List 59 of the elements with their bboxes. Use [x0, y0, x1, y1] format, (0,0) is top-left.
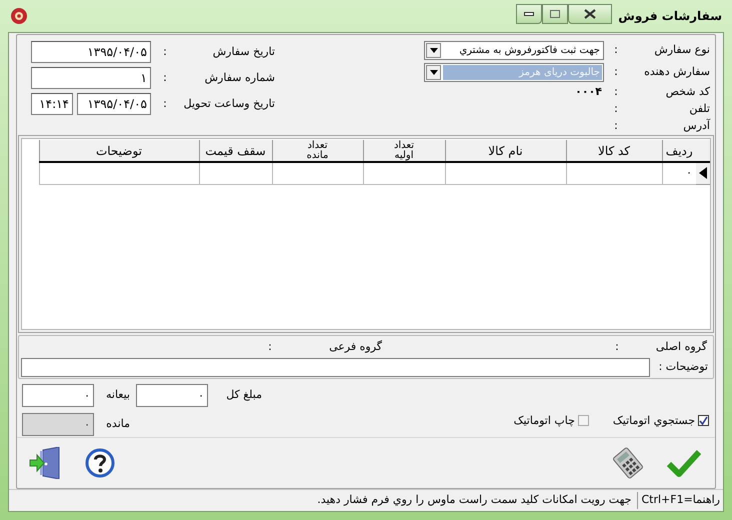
- table-cell: ۰: [662, 162, 696, 184]
- close-button[interactable]: [568, 4, 612, 24]
- dropdown-arrow-icon: [430, 48, 438, 53]
- field-label: گروه فرعی: [328, 338, 382, 355]
- checkbox[interactable]: جستجوي اتوماتيک: [612, 412, 709, 429]
- minimize-icon: [524, 12, 534, 16]
- colon: :: [613, 100, 619, 117]
- maximize-icon: [550, 10, 560, 18]
- app-icon[interactable]: [10, 7, 28, 25]
- field-label: مانده: [105, 416, 130, 432]
- maximize-button[interactable]: [542, 4, 568, 24]
- input-field[interactable]: ۱۳۹۵/۰۴/۰۵: [77, 93, 151, 115]
- close-icon: [584, 9, 596, 19]
- confirm-check-icon[interactable]: [667, 449, 701, 477]
- field-label: توضیحات :: [658, 358, 708, 375]
- minimize-button[interactable]: [516, 4, 542, 24]
- colon: :: [162, 44, 168, 60]
- input-field[interactable]: ۱۳۹۵/۰۴/۰۵: [31, 41, 151, 63]
- input-field[interactable]: ۱۴:۱۴: [31, 93, 73, 115]
- column-header[interactable]: تعداد مانده: [272, 140, 363, 162]
- colon: :: [613, 64, 619, 80]
- colon: :: [613, 84, 619, 100]
- input-field[interactable]: ۱: [31, 67, 151, 89]
- amount-field[interactable]: ۰: [22, 413, 94, 436]
- field-label: تلفن: [688, 100, 710, 117]
- colon: :: [162, 70, 168, 86]
- field-label: تاریخ سفارش: [212, 44, 275, 60]
- column-header[interactable]: سقف قیمت: [199, 140, 272, 162]
- checkbox[interactable]: چاپ اتوماتيک: [514, 412, 589, 429]
- colon: :: [614, 338, 620, 355]
- field-label: گروه اصلی: [654, 338, 707, 355]
- window-title: سفارشات فروش: [618, 8, 722, 25]
- field-label: تاریخ وساعت تحویل: [182, 96, 275, 112]
- status-message: جهت رویت امکانات کلید سمت راست ماوس را روي فرم فشار دهید.: [316, 492, 632, 508]
- field-label: شماره سفارش: [204, 70, 275, 86]
- column-header[interactable]: کد کالا: [566, 140, 662, 162]
- field-label: مبلغ کل: [225, 387, 262, 404]
- field-label: آدرس: [682, 118, 710, 134]
- field-value: ۰۰۰۴: [575, 84, 602, 100]
- amount-field[interactable]: ۰: [22, 384, 94, 407]
- amount-field[interactable]: ۰: [136, 384, 208, 407]
- column-header[interactable]: تعداد اولیه: [363, 140, 445, 162]
- dropdown[interactable]: جهت ثبت فاکتورفروش به مشتري: [424, 40, 604, 60]
- colon: :: [613, 118, 619, 134]
- status-shortcut: راهنما=Ctrl+F1: [637, 492, 723, 509]
- checkmark-icon: [699, 416, 708, 426]
- field-label: نوع سفارش: [653, 42, 710, 58]
- notes-field[interactable]: [21, 358, 650, 376]
- colon: :: [162, 96, 168, 112]
- field-label: کد شخص: [664, 84, 710, 100]
- colon: :: [613, 42, 619, 58]
- field-label: سفارش دهنده: [643, 64, 710, 80]
- column-header[interactable]: نام کالا: [445, 140, 566, 162]
- field-label: بیعانه: [105, 387, 130, 404]
- column-header[interactable]: توضیحات: [39, 140, 199, 162]
- colon: :: [267, 338, 273, 355]
- help-icon[interactable]: [85, 448, 115, 478]
- column-header[interactable]: ردیف: [662, 140, 696, 162]
- dropdown-arrow-icon: [430, 70, 438, 75]
